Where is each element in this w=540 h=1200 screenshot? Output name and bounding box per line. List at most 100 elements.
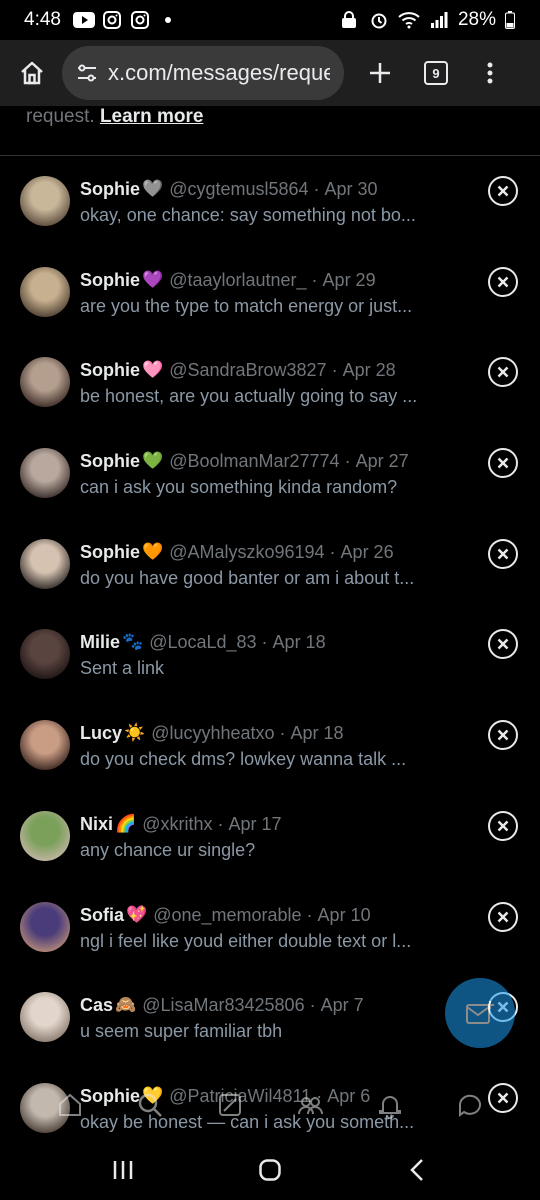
request-header: Milie 🐾 @LocaLd_83 · Apr 18	[80, 629, 435, 655]
message-date: Apr 28	[342, 360, 396, 381]
name-emoji: 🧡	[142, 541, 164, 561]
message-preview: do you check dms? lowkey wanna talk ...	[80, 749, 407, 770]
learn-more-link[interactable]: Learn more	[100, 106, 203, 127]
display-name[interactable]: Sophie	[80, 448, 140, 474]
avatar[interactable]	[20, 448, 70, 499]
avatar[interactable]	[20, 720, 70, 771]
address-bar[interactable]: x.com/messages/reques	[62, 46, 344, 100]
username-handle: @cygtemusl5864	[169, 179, 309, 199]
avatar[interactable]	[20, 810, 70, 861]
tab-notifications[interactable]	[370, 1085, 410, 1125]
wifi-icon	[398, 11, 420, 29]
list-item[interactable]: Nixi 🌈 @xkrithx · Apr 17 any chance ur s…	[0, 791, 540, 882]
display-name[interactable]: Milie	[80, 629, 120, 655]
request-info-text: request.	[26, 106, 95, 127]
dismiss-request-button[interactable]	[488, 448, 518, 479]
dismiss-request-button[interactable]	[488, 629, 518, 660]
separator-dot: ·	[306, 904, 313, 925]
close-icon	[497, 276, 509, 288]
tune-icon[interactable]	[76, 62, 98, 84]
avatar[interactable]	[20, 538, 70, 589]
tab-grok[interactable]	[210, 1085, 250, 1125]
dismiss-request-button[interactable]	[488, 266, 518, 297]
alarm-icon	[368, 11, 390, 29]
android-nav-bar	[0, 1140, 540, 1200]
list-item[interactable]: Lucy ☀️ @lucyyhheatxo · Apr 18 do you ch…	[0, 700, 540, 791]
username-handle: @LocaLd_83	[149, 632, 257, 653]
request-content: Sophie 💜 @taaylorlautner_ · Apr 29 are y…	[80, 267, 435, 319]
display-name[interactable]: Cas	[80, 992, 113, 1018]
tab-search[interactable]	[130, 1085, 170, 1125]
url-text: x.com/messages/reques	[108, 60, 330, 85]
instagram-icon-2	[129, 11, 151, 29]
dismiss-request-button[interactable]	[488, 357, 518, 388]
home-button[interactable]	[12, 53, 52, 93]
display-name[interactable]: Sofia	[80, 902, 124, 928]
message-preview: do you have good banter or am i about t.…	[80, 567, 415, 588]
dismiss-request-button[interactable]	[488, 176, 518, 206]
message-date: Apr 29	[322, 269, 376, 290]
display-name[interactable]: Nixi	[80, 811, 113, 837]
request-content: Sophie 🧡 @AMalyszko96194 · Apr 26 do you…	[80, 539, 435, 591]
display-name[interactable]: Sophie	[80, 176, 140, 202]
browser-toolbar: x.com/messages/reques 9	[0, 40, 540, 106]
dismiss-request-button[interactable]	[488, 720, 518, 751]
dismiss-request-button[interactable]	[488, 810, 518, 841]
dismiss-request-button[interactable]	[488, 901, 518, 932]
request-content: Milie 🐾 @LocaLd_83 · Apr 18 Sent a link	[80, 629, 435, 681]
avatar[interactable]	[20, 266, 70, 317]
separator-dot: ·	[331, 360, 338, 381]
list-item[interactable]: Sofia 💖 @one_memorable · Apr 10 ngl i fe…	[0, 882, 540, 973]
display-name[interactable]: Lucy	[80, 720, 122, 746]
recents-button[interactable]	[98, 1145, 148, 1195]
status-bar: 4:48 28%	[0, 0, 540, 40]
list-item[interactable]: Sophie 💚 @BoolmanMar27774 · Apr 27 can i…	[0, 428, 540, 519]
recents-icon	[114, 1161, 133, 1179]
display-name[interactable]: Sophie	[80, 539, 140, 565]
name-emoji: 🌈	[115, 813, 137, 833]
list-item[interactable]: Sophie 🩷 @SandraBrow3827 · Apr 28 be hon…	[0, 337, 540, 428]
plus-icon	[370, 63, 390, 83]
list-item[interactable]: Sophie 💜 @taaylorlautner_ · Apr 29 are y…	[0, 247, 540, 338]
display-name[interactable]: Sophie	[80, 357, 140, 383]
message-preview: u seem super familiar tbh	[80, 1021, 283, 1042]
list-item[interactable]: Sophie 🩶 @cygtemusl5864 · Apr 30 okay, o…	[0, 156, 540, 247]
username-handle: @one_memorable	[153, 904, 302, 925]
message-date: Apr 18	[272, 632, 326, 653]
bell-icon	[379, 1096, 401, 1119]
tab-messages[interactable]	[450, 1085, 490, 1125]
avatar[interactable]	[20, 629, 70, 680]
tab-switcher-button[interactable]: 9	[412, 49, 460, 97]
request-header: Sophie 🩶 @cygtemusl5864 · Apr 30	[80, 176, 435, 202]
back-button[interactable]	[392, 1145, 442, 1195]
chat-icon	[458, 1094, 481, 1117]
home-nav-button[interactable]	[245, 1145, 295, 1195]
dismiss-request-button[interactable]	[488, 538, 518, 569]
message-date: Apr 27	[355, 451, 409, 472]
dot-icon	[157, 11, 179, 29]
list-item[interactable]: Sophie 🧡 @AMalyszko96194 · Apr 26 do you…	[0, 519, 540, 610]
home-circle-icon	[259, 1159, 281, 1181]
separator-dot: ·	[261, 632, 268, 653]
back-chevron-icon	[409, 1159, 423, 1181]
browser-menu-button[interactable]	[470, 49, 510, 97]
new-message-button[interactable]	[445, 978, 515, 1048]
name-emoji: 💖	[126, 904, 148, 924]
tab-home[interactable]	[50, 1085, 90, 1125]
request-header: Nixi 🌈 @xkrithx · Apr 17	[80, 811, 435, 837]
separator-dot: ·	[344, 451, 351, 472]
avatar[interactable]	[20, 176, 70, 226]
new-tab-button[interactable]	[356, 49, 404, 97]
display-name[interactable]: Sophie	[80, 267, 140, 293]
avatar[interactable]	[20, 901, 70, 952]
new-message-icon	[466, 1001, 494, 1024]
separator-dot: ·	[329, 541, 336, 562]
list-item[interactable]: Milie 🐾 @LocaLd_83 · Apr 18 Sent a link	[0, 609, 540, 700]
tab-communities[interactable]	[290, 1085, 330, 1125]
request-content: Nixi 🌈 @xkrithx · Apr 17 any chance ur s…	[80, 811, 435, 863]
avatar[interactable]	[20, 992, 70, 1043]
message-preview: are you the type to match energy or just…	[80, 295, 413, 316]
request-content: Sofia 💖 @one_memorable · Apr 10 ngl i fe…	[80, 902, 435, 954]
avatar[interactable]	[20, 357, 70, 408]
more-vert-icon	[487, 62, 493, 84]
